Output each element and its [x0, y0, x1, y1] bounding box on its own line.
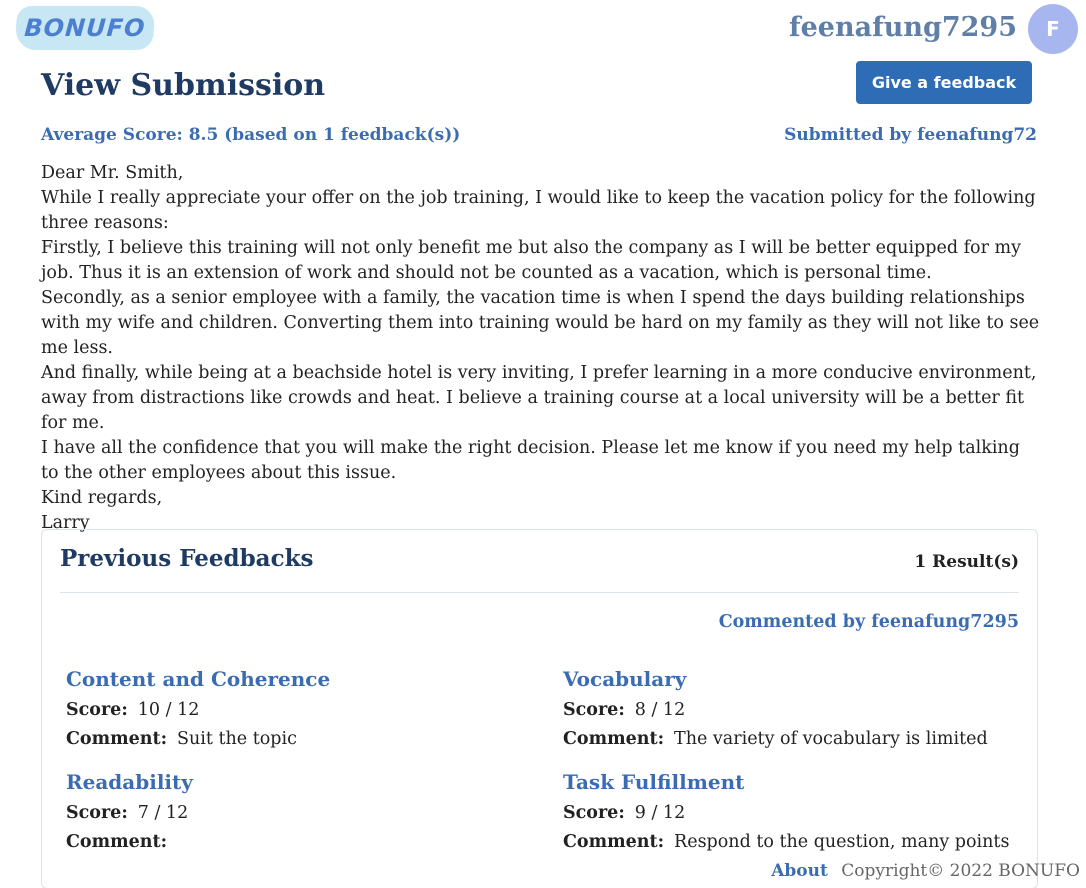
criterion-readability: Readability Score: 7 / 12 Comment: — [66, 770, 526, 852]
criterion-task-fulfillment: Task Fulfillment Score: 9 / 12 Comment: Re… — [563, 770, 1023, 852]
comment-label: Comment: — [66, 729, 168, 749]
score-label: Score: — [66, 803, 128, 823]
letter-paragraph: Kind regards, — [41, 488, 163, 508]
avatar[interactable]: F — [1028, 4, 1078, 54]
page-title: View Submission — [41, 68, 326, 103]
letter-paragraph: And finally, while being at a beachside … — [41, 363, 1037, 433]
score-value: 9 / 12 — [634, 803, 686, 823]
letter-paragraph: I have all the confidence that you will … — [41, 438, 1020, 483]
comment-label: Comment: — [563, 832, 665, 852]
criterion-score: Score: 8 / 12 — [563, 700, 1023, 720]
comment-value: Respond to the question, many points — [674, 832, 1010, 852]
give-feedback-button[interactable]: Give a feedback — [856, 61, 1032, 104]
comment-label: Comment: — [563, 729, 665, 749]
submission-text: Dear Mr. Smith, While I really appreciat… — [41, 161, 1041, 536]
criterion-comment: Comment: Respond to the question, many po… — [563, 832, 1023, 852]
logo-text: BONUFO — [23, 14, 147, 42]
criterion-vocabulary: Vocabulary Score: 8 / 12 Comment: The vari… — [563, 667, 1023, 749]
criterion-comment: Comment: — [66, 832, 526, 852]
criterion-title: Vocabulary — [563, 667, 687, 691]
comment-label: Comment: — [66, 832, 168, 852]
criterion-score: Score: 10 / 12 — [66, 700, 526, 720]
score-label: Score: — [563, 700, 625, 720]
criterion-score: Score: 7 / 12 — [66, 803, 526, 823]
criterion-comment: Comment: The variety of vocabulary is lim… — [563, 729, 1023, 749]
copyright: Copyright© 2022 BONUFO — [841, 861, 1080, 881]
panel-title: Previous Feedbacks — [60, 545, 314, 572]
criterion-title: Content and Coherence — [66, 667, 331, 691]
about-link[interactable]: About — [771, 861, 828, 881]
criterion-content-coherence: Content and Coherence Score: 10 / 12 Comm… — [66, 667, 526, 749]
score-value: 7 / 12 — [137, 803, 189, 823]
score-label: Score: — [66, 700, 128, 720]
previous-feedbacks-panel[interactable]: Previous Feedbacks 1 Result(s) Commented… — [41, 529, 1038, 888]
score-value: 10 / 12 — [137, 700, 200, 720]
criterion-score: Score: 9 / 12 — [563, 803, 1023, 823]
submitted-by: Submitted by feenafung72 — [784, 125, 1037, 145]
letter-paragraph: Dear Mr. Smith, — [41, 163, 184, 183]
divider — [60, 592, 1019, 593]
logo[interactable]: BONUFO — [14, 6, 156, 50]
criterion-title: Readability — [66, 770, 193, 794]
username[interactable]: feenafung7295 — [789, 12, 1017, 43]
comment-value: Suit the topic — [177, 729, 297, 749]
letter-paragraph: Secondly, as a senior employee with a fa… — [41, 288, 1040, 358]
score-label: Score: — [563, 803, 625, 823]
comment-value: The variety of vocabulary is limited — [674, 729, 988, 749]
score-value: 8 / 12 — [634, 700, 686, 720]
letter-paragraph: Firstly, I believe this training will no… — [41, 238, 1021, 283]
average-score: Average Score: 8.5 (based on 1 feedback(… — [41, 125, 461, 145]
criterion-comment: Comment: Suit the topic — [66, 729, 526, 749]
commented-by: Commented by feenafung7295 — [718, 612, 1019, 632]
footer: About Copyright© 2022 BONUFO — [771, 861, 1080, 881]
letter-paragraph: While I really appreciate your offer on … — [41, 188, 1036, 233]
criterion-title: Task Fulfillment — [563, 770, 745, 794]
result-count: 1 Result(s) — [914, 552, 1019, 572]
